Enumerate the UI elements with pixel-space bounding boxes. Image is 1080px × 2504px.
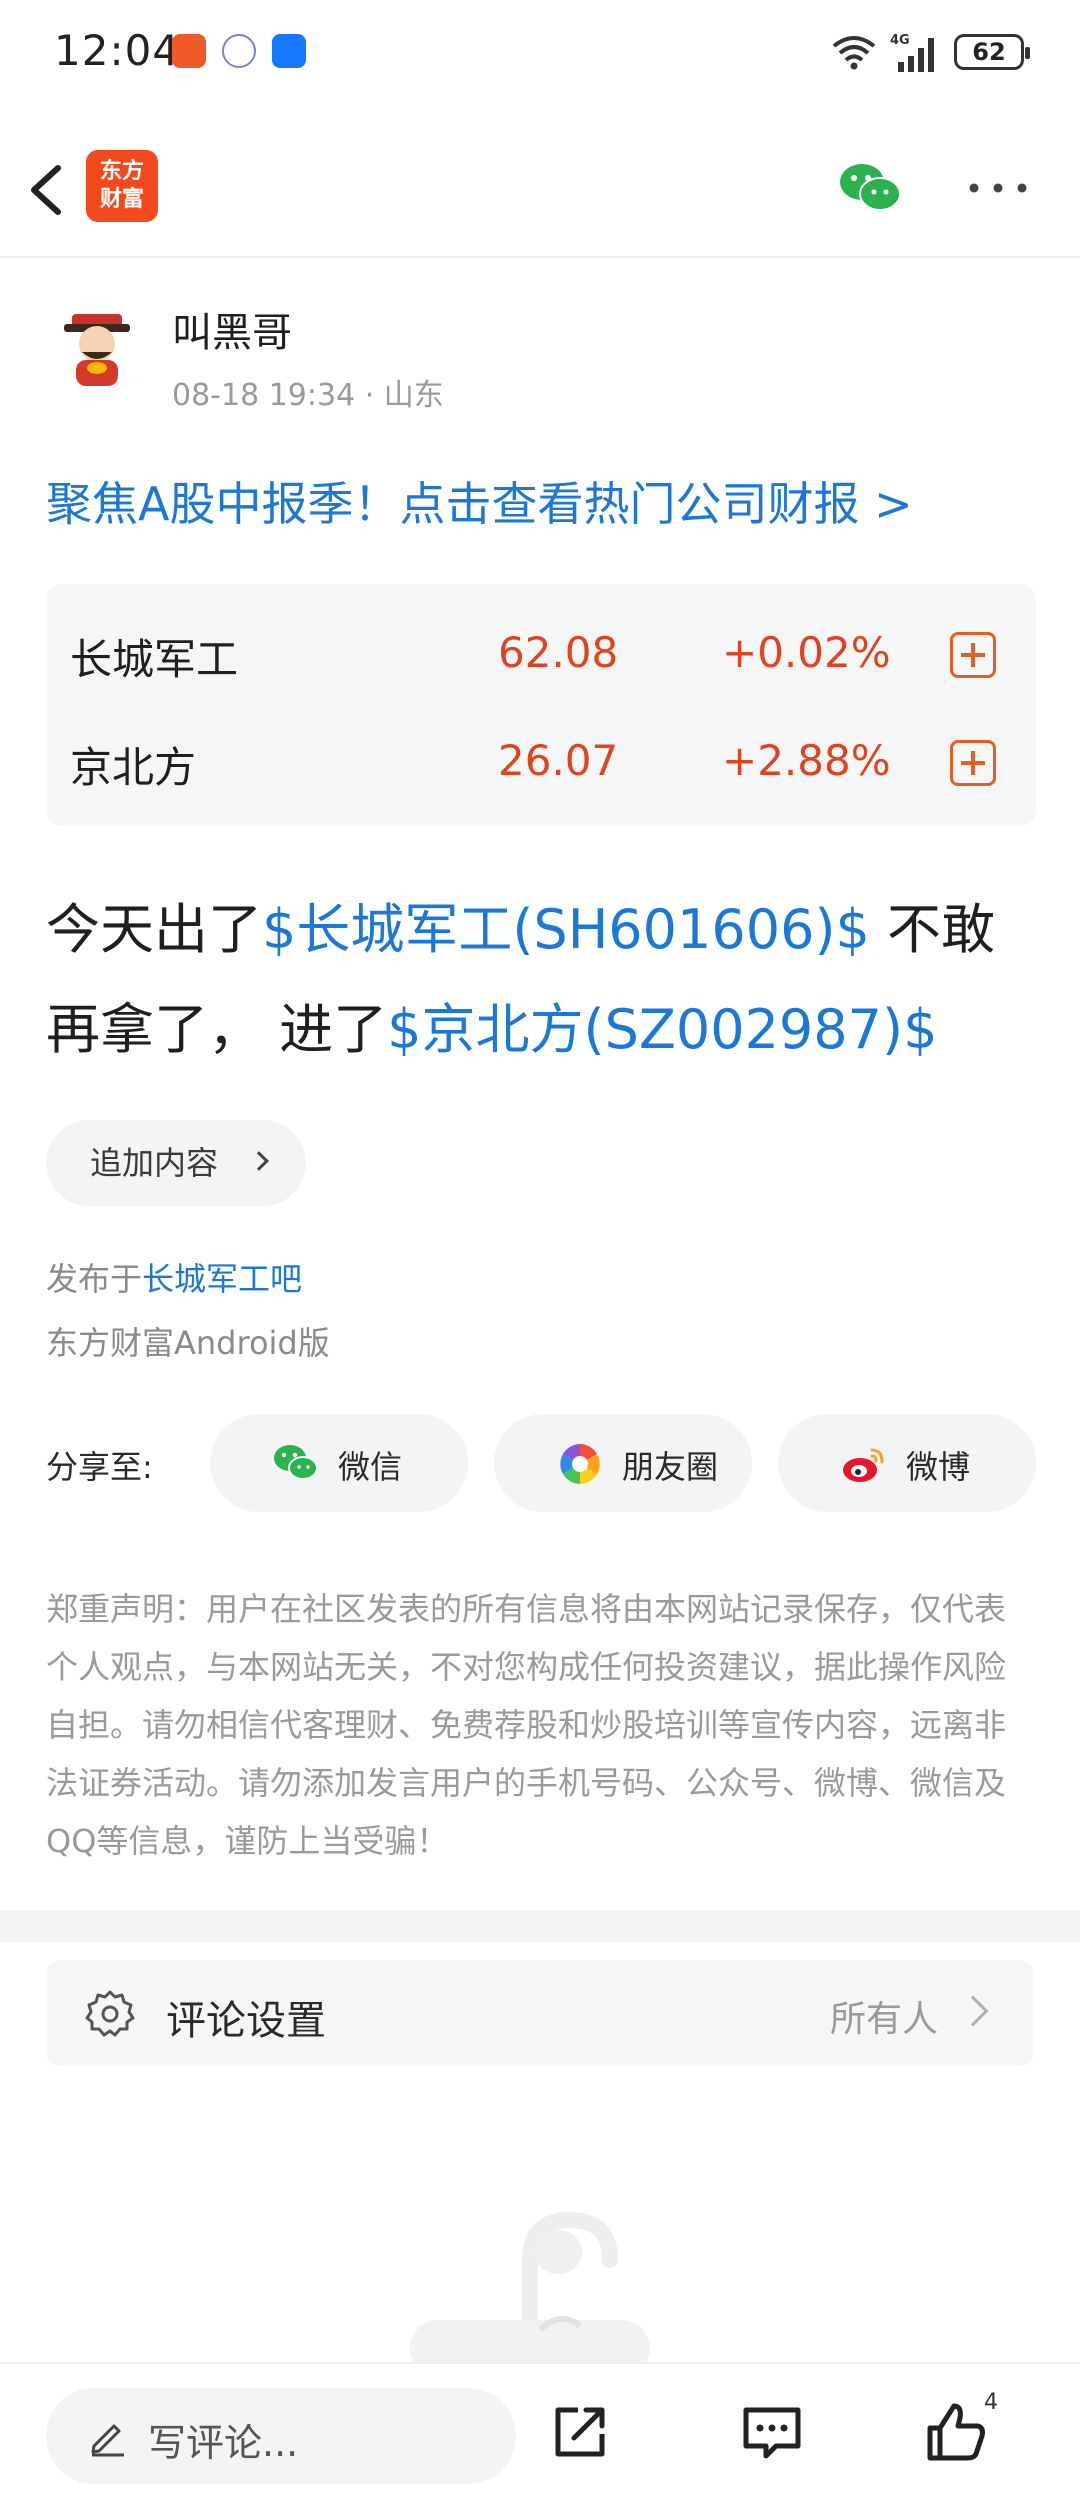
published-in: 发布于长城军工吧 <box>46 1254 302 1300</box>
share-moments-button[interactable]: 朋友圈 <box>494 1414 752 1512</box>
wechat-icon <box>274 1445 318 1480</box>
battery-indicator: 62 <box>954 34 1030 70</box>
share-wechat-button[interactable]: 微信 <box>210 1414 468 1512</box>
related-stocks-card: 长城军工 62.08 +0.02% 京北方 26.07 +2.88% <box>46 584 1036 826</box>
network-type: 4G <box>890 33 910 48</box>
chevron-right-icon <box>957 1995 989 2027</box>
logo-text-top: 东方 <box>99 159 144 184</box>
stock-change: +0.02% <box>722 628 891 677</box>
back-arrow-icon <box>31 165 61 215</box>
stock-row[interactable]: 京北方 26.07 +2.88% <box>46 708 1036 808</box>
wechat-share-button[interactable] <box>838 160 902 216</box>
cellular-signal-icon: 4G <box>890 33 934 72</box>
stock-price: 62.08 <box>498 628 619 677</box>
post-meta: 08-18 19:34 · 山东 <box>172 370 444 414</box>
weibo-icon <box>843 1448 884 1482</box>
thumbs-up-icon[interactable] <box>924 2400 988 2464</box>
share-wechat-label: 微信 <box>338 1448 403 1486</box>
stock-mention-link[interactable]: $京北方(SZ002987)$ <box>387 998 937 1061</box>
chevron-right-icon <box>249 1151 269 1171</box>
stock-mention-link[interactable]: $长城军工(SH601606)$ <box>262 898 870 961</box>
status-bar: 12:04 4G 62 <box>0 0 1080 100</box>
earnings-promo-link[interactable]: 聚焦A股中报季！点击查看热门公司财报 > <box>46 468 913 534</box>
stock-row[interactable]: 长城军工 62.08 +0.02% <box>46 600 1036 700</box>
post-time: 08-18 19:34 <box>172 378 356 413</box>
published-prefix: 发布于 <box>46 1260 143 1298</box>
stock-price: 26.07 <box>498 736 619 785</box>
append-content-button[interactable]: 追加内容 <box>46 1120 306 1206</box>
notification-app-icon <box>172 34 206 68</box>
pencil-icon <box>91 2424 124 2457</box>
bottom-action-bar: 写评论... 4 <box>0 2362 1080 2504</box>
comment-settings-label: 评论设置 <box>166 1998 326 2044</box>
add-watchlist-icon[interactable] <box>950 740 996 786</box>
post-location: 山东 <box>383 378 444 413</box>
gear-icon <box>85 1990 135 2037</box>
post-content: 今天出了$长城军工(SH601606)$ 不敢再拿了， 进了$京北方(SZ002… <box>46 880 1046 1080</box>
author-name[interactable]: 叫黑哥 <box>172 300 292 358</box>
logo-text-bottom: 财富 <box>99 187 144 212</box>
share-label: 分享至: <box>46 1448 153 1486</box>
like-count: 4 <box>984 2390 998 2415</box>
status-time: 12:04 <box>54 26 181 75</box>
share-weibo-button[interactable]: 微博 <box>778 1414 1036 1512</box>
legal-disclaimer: 郑重声明：用户在社区发表的所有信息将由本网站记录保存，仅代表个人观点，与本网站无… <box>46 1590 1007 1860</box>
write-comment-input[interactable]: 写评论... <box>46 2388 516 2484</box>
nav-bar: 东方 财富 <box>0 120 1080 258</box>
empty-comments-illustration <box>410 2211 650 2376</box>
comment-settings-row[interactable]: 评论设置 所有人 <box>46 1960 1034 2066</box>
moments-aperture-icon <box>560 1444 600 1484</box>
comment-placeholder: 写评论... <box>148 2421 299 2465</box>
wifi-icon <box>832 36 876 70</box>
eastmoney-logo[interactable]: 东方 财富 <box>86 150 158 222</box>
avatar-god-of-wealth-image <box>64 314 130 386</box>
share-weibo-label: 微博 <box>906 1448 971 1486</box>
stock-bar-link[interactable]: 长城军工吧 <box>142 1260 302 1298</box>
client-info: 东方财富Android版 <box>46 1324 330 1362</box>
more-dots-icon <box>969 183 1027 193</box>
more-options-button[interactable] <box>966 176 1030 200</box>
share-icon[interactable] <box>548 2400 612 2464</box>
append-content-label: 追加内容 <box>90 1144 219 1182</box>
share-moments-label: 朋友圈 <box>622 1448 719 1486</box>
status-indicators: 4G 62 <box>830 30 1030 74</box>
meta-separator: · <box>355 378 384 413</box>
comment-settings-value: 所有人 <box>829 1999 938 2040</box>
wechat-icon <box>840 164 901 211</box>
author-avatar[interactable] <box>52 300 142 390</box>
stock-name: 长城军工 <box>70 635 239 684</box>
alipay-app-icon <box>272 34 306 68</box>
post-text: 今天出了 <box>46 898 262 961</box>
comment-bubble-icon[interactable] <box>740 2400 804 2464</box>
music-app-icon <box>222 34 256 68</box>
add-watchlist-icon[interactable] <box>950 632 996 678</box>
back-button[interactable] <box>20 150 80 230</box>
stock-name: 京北方 <box>70 743 197 792</box>
stock-change: +2.88% <box>722 736 891 785</box>
section-divider <box>0 1910 1080 1942</box>
